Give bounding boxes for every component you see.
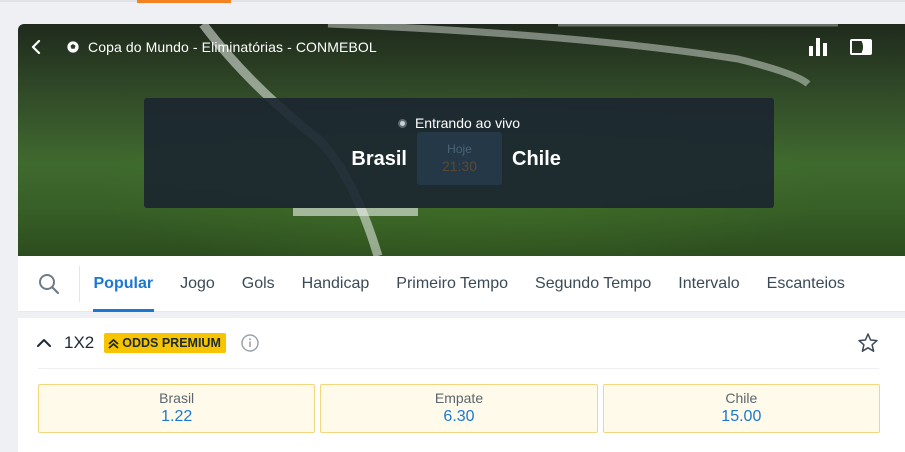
live-status-text: Entrando ao vivo bbox=[414, 115, 521, 131]
tab-primeiro-tempo[interactable]: Primeiro Tempo bbox=[383, 256, 522, 312]
kickoff-time-box: Hoje 21:30 bbox=[417, 132, 502, 185]
tab-gols[interactable]: Gols bbox=[228, 256, 288, 312]
market-divider bbox=[38, 368, 879, 369]
search-icon bbox=[38, 273, 59, 294]
top-border bbox=[0, 0, 905, 2]
kickoff-day: Hoje bbox=[447, 142, 472, 156]
soccer-ball-icon bbox=[66, 40, 80, 54]
star-icon bbox=[858, 333, 878, 352]
tab-escanteios[interactable]: Escanteios bbox=[753, 256, 858, 312]
chevron-left-icon bbox=[31, 40, 41, 54]
odd-label: Chile bbox=[725, 390, 758, 406]
odds-row: Brasil 1.22 Empate 6.30 Chile 15.00 bbox=[38, 384, 880, 433]
odd-button-home[interactable]: Brasil 1.22 bbox=[38, 384, 316, 433]
market-1x2: 1X2 ODDS PREMIUM Brasil 1.22 Empate 6.30… bbox=[18, 318, 905, 452]
bar-chart-icon bbox=[809, 38, 827, 56]
live-status: Entrando ao vivo bbox=[144, 115, 774, 131]
hero-header: Copa do Mundo - Eliminatórias - CONMEBOL bbox=[18, 24, 905, 70]
back-button[interactable] bbox=[18, 24, 56, 70]
screen-icon bbox=[850, 39, 872, 55]
market-header: 1X2 ODDS PREMIUM bbox=[18, 318, 905, 368]
odd-value: 1.22 bbox=[161, 408, 193, 425]
search-button[interactable] bbox=[18, 265, 80, 302]
info-icon bbox=[241, 334, 259, 352]
tab-handicap[interactable]: Handicap bbox=[288, 256, 383, 312]
event-hero: Copa do Mundo - Eliminatórias - CONMEBOL… bbox=[18, 24, 905, 256]
toggle-view-button[interactable] bbox=[850, 39, 872, 55]
tab-intervalo[interactable]: Intervalo bbox=[665, 256, 753, 312]
info-button[interactable] bbox=[241, 334, 259, 352]
kickoff-time: 21:30 bbox=[441, 158, 478, 174]
chevron-up-icon bbox=[37, 339, 51, 347]
statistics-button[interactable] bbox=[807, 36, 831, 58]
market-title: 1X2 bbox=[64, 333, 95, 352]
market-tabs: Popular Jogo Gols Handicap Primeiro Temp… bbox=[18, 256, 905, 312]
odd-value: 15.00 bbox=[721, 408, 762, 425]
odd-button-away[interactable]: Chile 15.00 bbox=[602, 384, 880, 433]
double-chevron-up-icon bbox=[108, 338, 119, 349]
tab-jogo[interactable]: Jogo bbox=[167, 256, 229, 312]
collapse-button[interactable] bbox=[32, 331, 56, 355]
odd-button-draw[interactable]: Empate 6.30 bbox=[320, 384, 598, 433]
odd-label: Empate bbox=[434, 390, 484, 406]
tab-popular[interactable]: Popular bbox=[80, 256, 167, 312]
odds-premium-badge: ODDS PREMIUM bbox=[104, 333, 226, 353]
odd-value: 6.30 bbox=[443, 408, 475, 425]
odd-label: Brasil bbox=[159, 390, 195, 406]
home-team-name: Brasil bbox=[351, 148, 407, 170]
league-title: Copa do Mundo - Eliminatórias - CONMEBOL bbox=[88, 39, 377, 55]
active-nav-indicator bbox=[137, 0, 231, 3]
live-indicator-icon bbox=[397, 118, 407, 128]
tab-segundo-tempo[interactable]: Segundo Tempo bbox=[522, 256, 665, 312]
scoreboard: Entrando ao vivo Brasil Hoje 21:30 Chile bbox=[144, 98, 774, 208]
away-team-name: Chile bbox=[512, 148, 561, 170]
odds-premium-label: ODDS PREMIUM bbox=[122, 336, 221, 350]
favorite-button[interactable] bbox=[857, 332, 879, 354]
